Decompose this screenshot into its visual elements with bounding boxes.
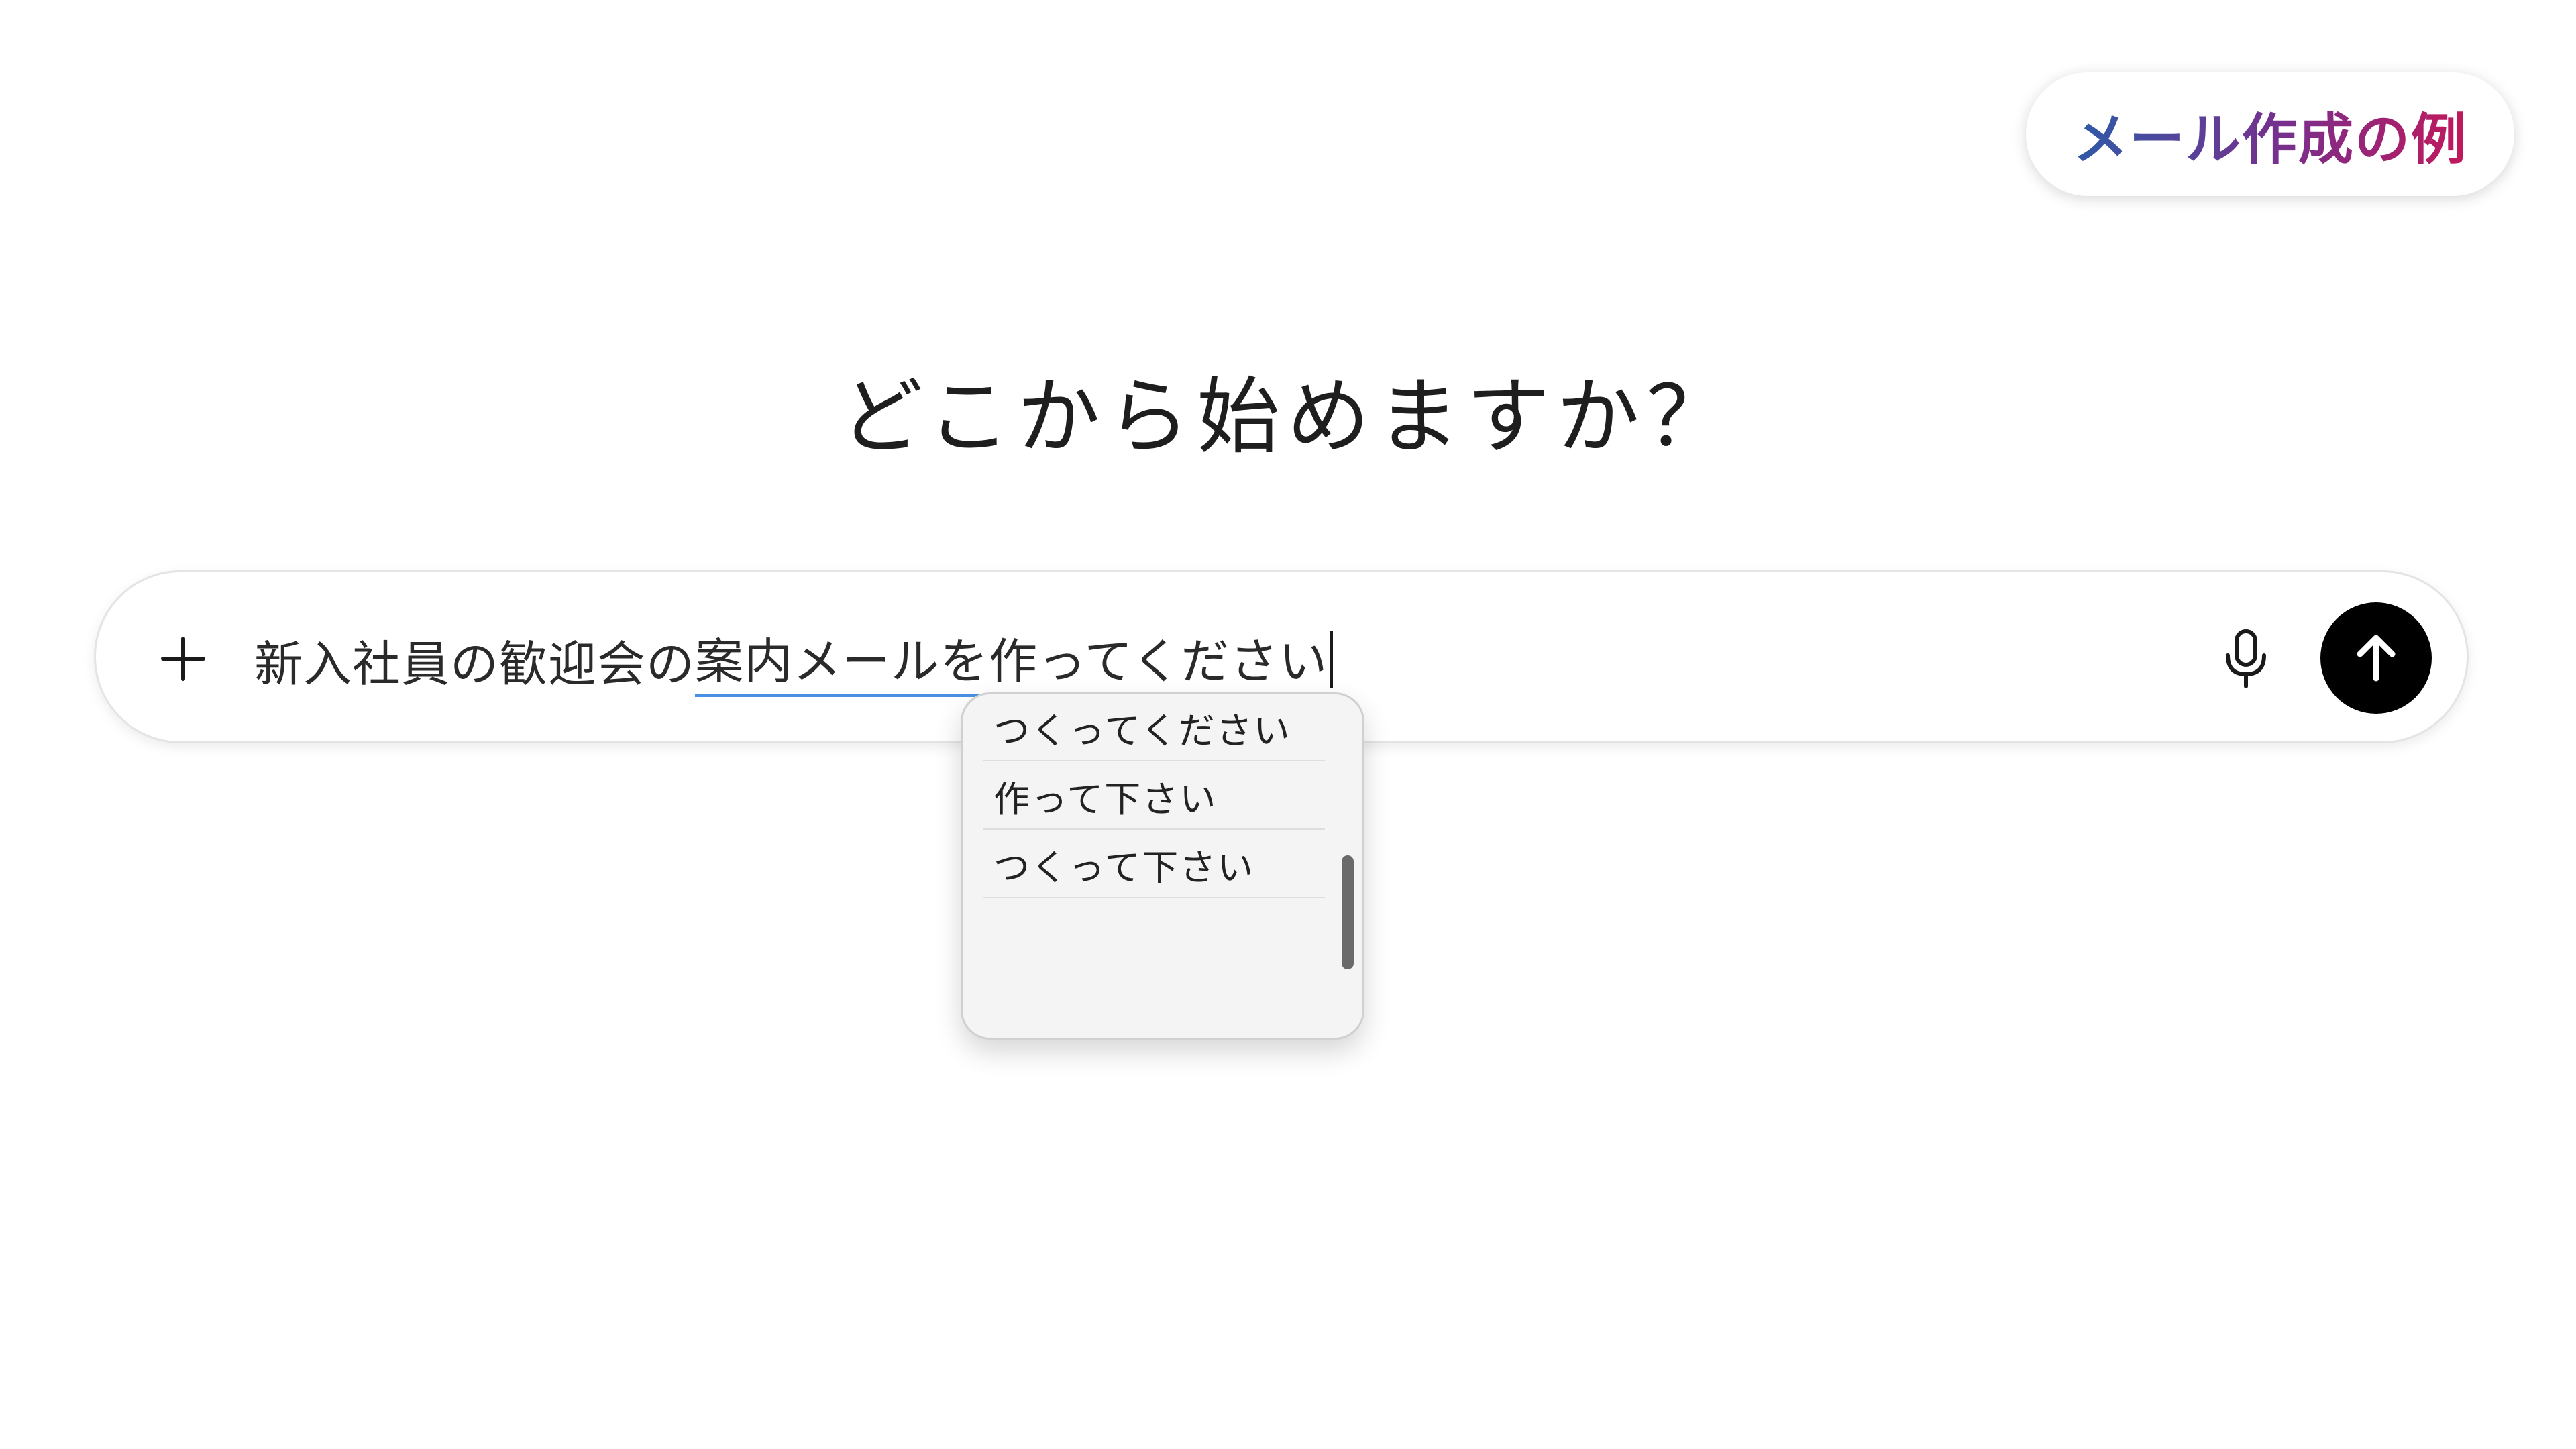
prompt-text-confirmed: 新入社員の歓迎会の	[254, 635, 696, 692]
send-button[interactable]	[2320, 602, 2432, 714]
microphone-icon	[2226, 629, 2266, 688]
example-badge: メール作成の例	[2026, 72, 2514, 196]
ime-candidate-list[interactable]: つくってください 作って下さい つくって下さい	[961, 692, 1364, 1040]
badge-label: メール作成の例	[2073, 95, 2467, 174]
candidate-item[interactable]: つくって下さい	[983, 831, 1325, 898]
candidate-item[interactable]: つくってください	[983, 694, 1325, 761]
page-heading: どこから始めますか？	[839, 369, 1737, 466]
prompt-text-composing: 案内メールを作ってください	[695, 622, 1328, 697]
voice-input-button[interactable]	[2209, 622, 2283, 696]
candidate-item[interactable]: 作って下さい	[983, 763, 1325, 830]
text-caret	[1330, 631, 1334, 688]
page: メール作成の例 どこから始めますか？ 新入社員の歓迎会の 案内メールを作ってくださ…	[0, 0, 2576, 1449]
add-attachment-button[interactable]	[150, 625, 217, 692]
plus-icon	[161, 637, 205, 681]
candidate-scrollbar[interactable]	[1342, 855, 1354, 969]
arrow-up-icon	[2357, 635, 2396, 682]
prompt-input[interactable]: 新入社員の歓迎会の 案内メールを作ってください	[254, 619, 1334, 700]
